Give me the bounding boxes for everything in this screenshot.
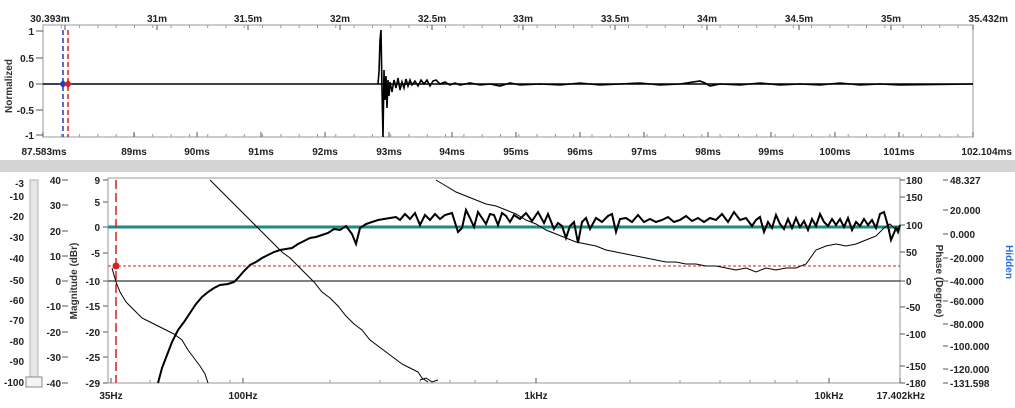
freq-tick-label: 100Hz	[229, 391, 258, 402]
inner-tick-label: -20	[86, 328, 101, 339]
slider-tick-label: -20	[10, 212, 25, 223]
slider-tick-label: -100	[4, 378, 24, 389]
time-tick-label: 97ms	[631, 147, 657, 158]
time-tick-label: 90ms	[184, 147, 210, 158]
right-tick-label: -80.000	[950, 320, 984, 331]
slider-tick-label: -70	[10, 316, 25, 327]
right-tick-label: -20.000	[950, 254, 984, 265]
phase-tick-label: -150	[906, 362, 926, 373]
inner-tick-label: -10	[86, 277, 101, 288]
distance-tick-label: 30.393m	[30, 14, 70, 25]
distance-tick-label: 31m	[147, 14, 167, 25]
phase-tick-label: 180	[906, 176, 923, 187]
time-tick-label: 95ms	[503, 147, 529, 158]
frequency-cursor-point-icon[interactable]	[112, 262, 120, 270]
y-tick-label: 1	[28, 27, 34, 38]
time-tick-label: 93ms	[376, 147, 402, 158]
hidden-axis-label: Hidden	[1003, 245, 1014, 279]
right-tick-label: 48.327	[950, 176, 981, 187]
inner-tick-label: 9	[94, 176, 100, 187]
y-tick-label: -1	[25, 131, 34, 142]
phase-axis-label: Phase (Degree)	[933, 245, 944, 318]
right-tick-label: -120.000	[950, 365, 990, 376]
inner-tick-label: 0	[94, 223, 100, 234]
frequency-response-plot[interactable]: -3-10-20-30-40-50-60-70-80-90-100 403020…	[4, 176, 1014, 402]
slider-tick-label: -60	[10, 296, 25, 307]
distance-tick-label: 35.432m	[969, 14, 1009, 25]
inner-tick-label: -29	[86, 379, 101, 390]
inner-tick-label: 5	[94, 198, 100, 209]
distance-tick-label: 34.5m	[785, 14, 813, 25]
right-tick-label: -100.000	[950, 342, 990, 353]
outer-tick-label: -20	[47, 328, 62, 339]
phase-tick-label: 0	[906, 277, 912, 288]
outer-tick-label: 20	[50, 227, 62, 238]
time-tick-label: 102.104ms	[961, 147, 1012, 158]
time-tick-label: 101ms	[883, 147, 915, 158]
outer-tick-label: 0	[55, 277, 61, 288]
distance-tick-label: 32m	[330, 14, 350, 25]
distance-tick-label: 32.5m	[418, 14, 446, 25]
slider-tick-label: -10	[10, 192, 25, 203]
time-tick-label: 94ms	[439, 147, 465, 158]
y-tick-label: 0.5	[20, 54, 34, 65]
magnitude-axis-label: Magnitude (dBr)	[69, 243, 80, 320]
slider-tick-label: -50	[10, 276, 25, 287]
freq-tick-label: 35Hz	[99, 391, 122, 402]
acoustic-analyzer-window: 30.393m 31m 31.5m 32m 32.5m 33m 33.5m 34m 34.5m 3…	[0, 0, 1015, 408]
impulse-response-plot[interactable]: 30.393m 31m 31.5m 32m 32.5m 33m 33.5m 34m 34.5m 3…	[4, 14, 1012, 158]
top-y-axis-label: Normalized	[4, 59, 15, 113]
y-tick-label: 0	[28, 80, 34, 91]
phase-tick-label: 50	[906, 248, 918, 259]
right-tick-label: -60.000	[950, 297, 984, 308]
y-tick-label: -0.5	[17, 106, 35, 117]
distance-tick-label: 31.5m	[234, 14, 262, 25]
slider-tick-label: -40	[10, 254, 25, 265]
slider-tick-label: -90	[10, 357, 25, 368]
right-tick-label: 20.000	[950, 206, 981, 217]
distance-tick-label: 34m	[697, 14, 717, 25]
distance-tick-label: 35m	[881, 14, 901, 25]
right-tick-label: -131.598	[950, 379, 990, 390]
time-tick-label: 100ms	[819, 147, 851, 158]
phase-tick-label: -50	[906, 303, 921, 314]
distance-tick-label: 33m	[513, 14, 533, 25]
slider-tick-label: -3	[15, 179, 24, 190]
time-tick-label: 92ms	[312, 147, 338, 158]
freq-tick-label: 1kHz	[524, 391, 547, 402]
time-tick-label: 98ms	[695, 147, 721, 158]
phase-tick-label: -180	[906, 379, 926, 390]
time-tick-label: 87.583ms	[21, 147, 66, 158]
phase-tick-label: 100	[906, 221, 923, 232]
inner-tick-label: -15	[86, 302, 101, 313]
level-slider-track[interactable]	[29, 179, 39, 386]
panel-splitter[interactable]	[0, 160, 1015, 172]
plots-canvas: 30.393m 31m 31.5m 32m 32.5m 33m 33.5m 34m 34.5m 3…	[0, 10, 1015, 408]
outer-tick-label: -30	[47, 353, 62, 364]
outer-tick-label: 10	[50, 252, 62, 263]
phase-tick-label: -100	[906, 330, 926, 341]
outer-tick-label: 40	[50, 176, 62, 187]
time-tick-label: 89ms	[121, 147, 147, 158]
inner-tick-label: -25	[86, 353, 101, 364]
right-tick-label: 0.000	[950, 230, 975, 241]
slider-tick-label: -80	[10, 337, 25, 348]
right-tick-label: -40.000	[950, 277, 984, 288]
outer-tick-label: -40	[47, 379, 62, 390]
freq-tick-label: 10kHz	[815, 391, 844, 402]
time-tick-label: 96ms	[567, 147, 593, 158]
slider-tick-label: -30	[10, 233, 25, 244]
distance-tick-label: 33.5m	[601, 14, 629, 25]
freq-tick-label: 17.402kHz	[877, 391, 925, 402]
level-slider-thumb[interactable]	[25, 376, 43, 388]
time-tick-label: 99ms	[758, 147, 784, 158]
time-tick-label: 91ms	[248, 147, 274, 158]
outer-tick-label: 30	[50, 201, 62, 212]
phase-tick-label: 150	[906, 193, 923, 204]
outer-tick-label: -10	[47, 302, 62, 313]
inner-tick-label: -5	[91, 249, 100, 260]
